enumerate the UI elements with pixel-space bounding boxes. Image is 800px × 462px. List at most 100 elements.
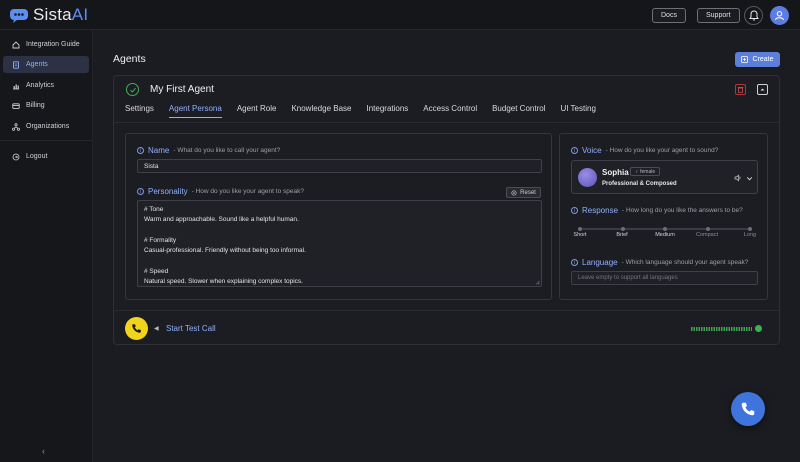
collapse-agent-button[interactable]: [757, 84, 768, 95]
voice-gender-badge: ♀ female: [630, 167, 661, 176]
brand-name-main: Sista: [33, 5, 72, 24]
personality-line: Warm and approachable. Sound like a help…: [144, 216, 299, 224]
name-field-header: i Name - What do you like to call your a…: [137, 146, 280, 155]
tab-integrations[interactable]: Integrations: [366, 104, 408, 118]
user-avatar-button[interactable]: [770, 6, 789, 25]
home-icon: [12, 40, 20, 48]
slider-stop[interactable]: [705, 227, 710, 231]
org-icon: [12, 122, 20, 131]
notifications-button[interactable]: [744, 6, 763, 25]
phone-icon: [132, 324, 141, 333]
response-option-medium[interactable]: Medium: [655, 232, 675, 238]
support-button[interactable]: Support: [697, 8, 740, 23]
voice-style: Professional & Composed: [602, 181, 677, 187]
tab-settings[interactable]: Settings: [125, 104, 154, 118]
voice-field-help: - How do you like your agent to sound?: [605, 147, 719, 154]
card-icon: [12, 102, 20, 109]
voice-field-label: Voice: [582, 146, 602, 155]
response-option-long[interactable]: Long: [744, 232, 756, 238]
sidebar-item-label: Agents: [26, 61, 48, 68]
response-option-brief[interactable]: Brief: [616, 232, 627, 238]
agent-tabs: Settings Agent Persona Agent Role Knowle…: [125, 104, 596, 118]
brand-name-accent: AI: [71, 5, 89, 24]
page-title: Agents: [113, 53, 146, 65]
agent-status-badge: [126, 83, 139, 96]
slider-stop[interactable]: [578, 227, 582, 231]
phone-icon: [741, 402, 755, 416]
voice-name: Sophia: [602, 168, 629, 177]
brand-logo[interactable]: SistaAI: [8, 5, 88, 25]
collapse-sidebar-button[interactable]: ‹: [42, 446, 45, 456]
sidebar-divider: [0, 140, 93, 141]
response-option-short[interactable]: Short: [573, 232, 586, 238]
logout-icon: [12, 153, 20, 160]
reset-label: Reset: [520, 189, 536, 196]
tab-ui-testing[interactable]: UI Testing: [560, 104, 595, 118]
personality-field-header: i Personality - How do you like your age…: [137, 187, 304, 196]
user-icon: [775, 11, 784, 21]
response-length-slider[interactable]: [578, 227, 752, 231]
chart-icon: [13, 84, 19, 89]
voice-panel: i Voice - How do you like your agent to …: [559, 133, 768, 300]
slider-stop[interactable]: [663, 227, 667, 231]
response-field-label: Response: [582, 206, 619, 215]
tab-knowledge-base[interactable]: Knowledge Base: [291, 104, 351, 118]
sidebar: Integration Guide Agents Analytics Billi…: [0, 30, 93, 462]
reset-personality-button[interactable]: Reset: [506, 187, 541, 198]
tab-agent-persona[interactable]: Agent Persona: [168, 104, 222, 118]
chevron-down-icon[interactable]: [746, 175, 753, 182]
plus-square-icon: [741, 56, 749, 63]
personality-line: # Formality: [144, 236, 177, 244]
caret-left-icon: ◀: [154, 326, 159, 332]
sidebar-item-analytics[interactable]: Analytics: [3, 77, 89, 94]
info-icon: i: [137, 147, 144, 154]
response-option-compact[interactable]: Compact: [696, 232, 718, 238]
top-bar: SistaAI Docs Support: [0, 0, 800, 30]
personality-line: # Speed: [144, 267, 169, 275]
speaker-icon[interactable]: [734, 174, 742, 182]
personality-line: [144, 226, 535, 236]
tab-budget-control[interactable]: Budget Control: [492, 104, 545, 118]
tab-access-control[interactable]: Access Control: [423, 104, 477, 118]
personality-line: Natural speed. Slower when explaining co…: [144, 278, 303, 286]
delete-agent-button[interactable]: [735, 84, 746, 95]
logout-button[interactable]: Logout: [3, 148, 89, 165]
create-button[interactable]: Create: [735, 52, 780, 67]
language-field-help: - Which language should your agent speak…: [621, 259, 749, 266]
docs-button[interactable]: Docs: [652, 8, 686, 23]
personality-line: [144, 256, 535, 266]
language-input[interactable]: Leave empty to support all languages: [571, 271, 758, 285]
persona-panel: i Name - What do you like to call your a…: [125, 133, 552, 300]
create-label: Create: [752, 56, 774, 63]
file-icon: [13, 60, 19, 69]
agent-name-title: My First Agent: [150, 84, 214, 95]
sidebar-item-organizations[interactable]: Organizations: [3, 118, 89, 135]
sidebar-item-agents[interactable]: Agents: [3, 56, 89, 73]
slider-stop[interactable]: [620, 227, 625, 231]
response-field-help: - How long do you like the answers to be…: [622, 207, 743, 214]
personality-field-help: - How do you like your agent to speak?: [191, 188, 304, 195]
check-icon: [129, 87, 136, 93]
start-test-call-label[interactable]: Start Test Call: [166, 324, 216, 333]
tab-agent-role[interactable]: Agent Role: [237, 104, 277, 118]
resize-handle-icon[interactable]: [535, 280, 540, 285]
sidebar-item-integration-guide[interactable]: Integration Guide: [3, 36, 89, 53]
reset-icon: [511, 189, 517, 196]
tabs-divider: [114, 122, 779, 123]
slider-stop[interactable]: [748, 227, 752, 231]
audio-level-meter: [691, 327, 752, 331]
start-call-button[interactable]: [125, 317, 148, 340]
bell-icon: [748, 10, 759, 21]
sidebar-item-billing[interactable]: Billing: [3, 97, 89, 114]
info-icon: i: [571, 259, 578, 266]
personality-textarea[interactable]: # Tone Warm and approachable. Sound like…: [137, 200, 542, 287]
info-icon: i: [137, 188, 144, 195]
logout-label: Logout: [26, 153, 48, 160]
info-icon: i: [571, 147, 578, 154]
connection-status-dot: [755, 325, 762, 332]
sidebar-item-label: Billing: [26, 102, 45, 109]
floating-call-button[interactable]: [731, 392, 765, 426]
voice-selector[interactable]: Sophia ♀ female Professional & Composed: [571, 160, 758, 194]
language-field-header: i Language - Which language should your …: [571, 258, 748, 267]
agent-name-input[interactable]: Sista: [137, 159, 542, 173]
